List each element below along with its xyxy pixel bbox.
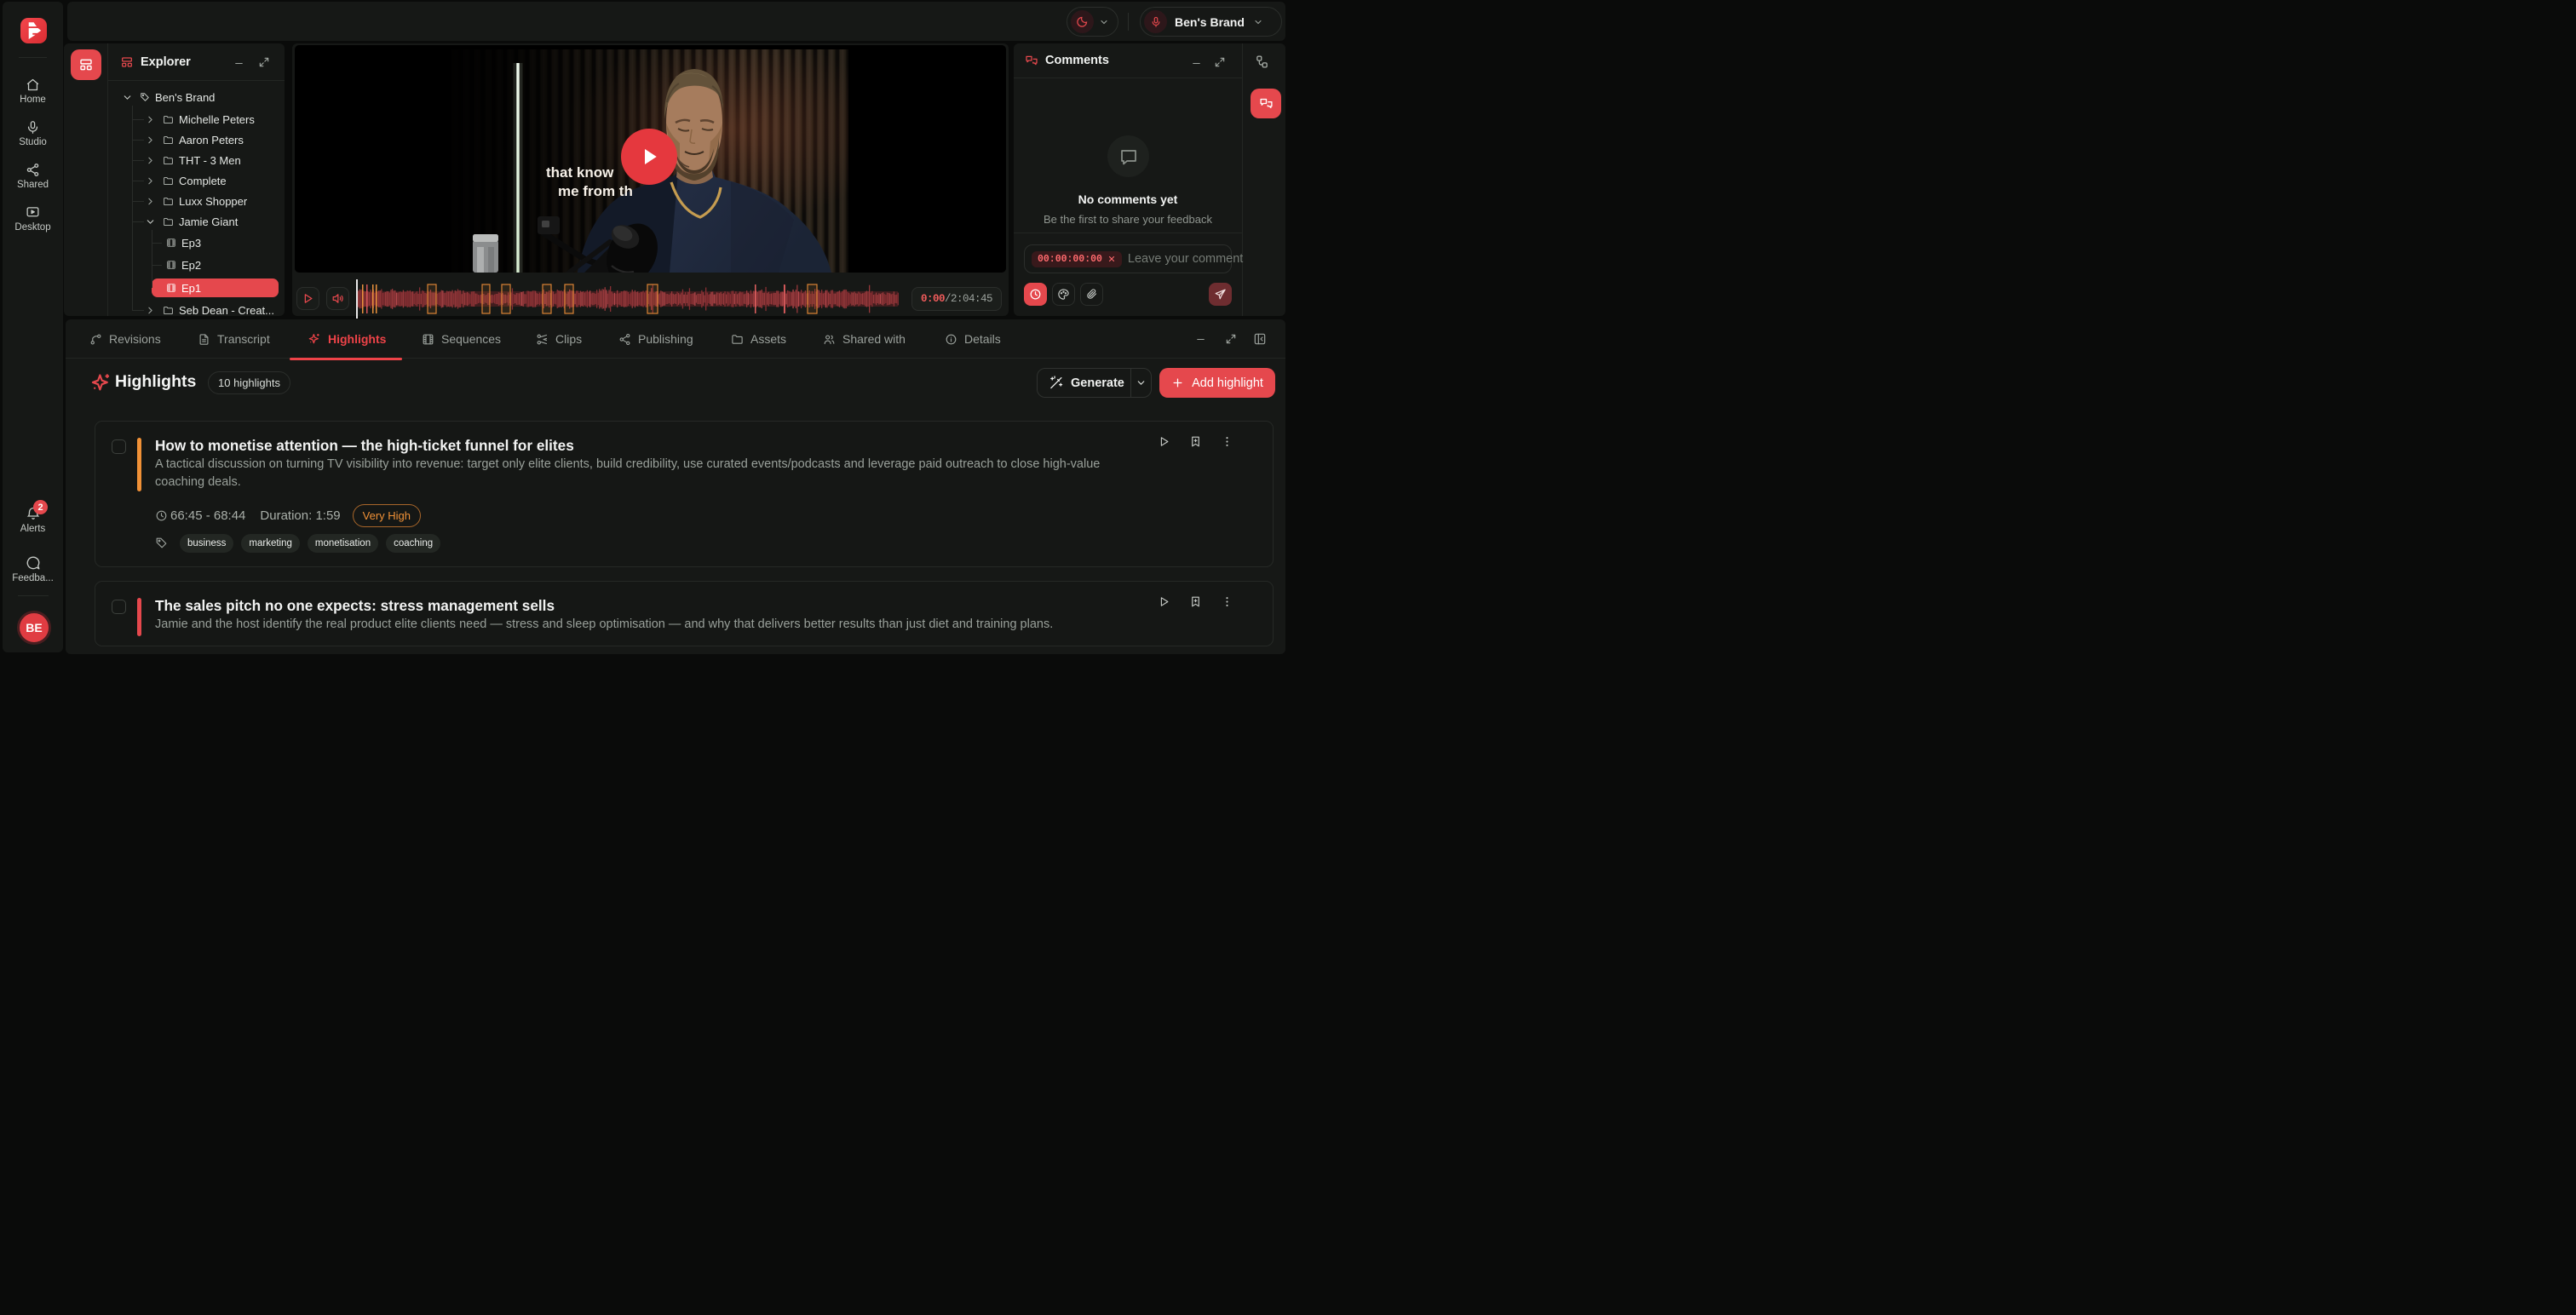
svg-text:me from th: me from th: [558, 183, 633, 199]
svg-text:that know: that know: [546, 164, 614, 181]
